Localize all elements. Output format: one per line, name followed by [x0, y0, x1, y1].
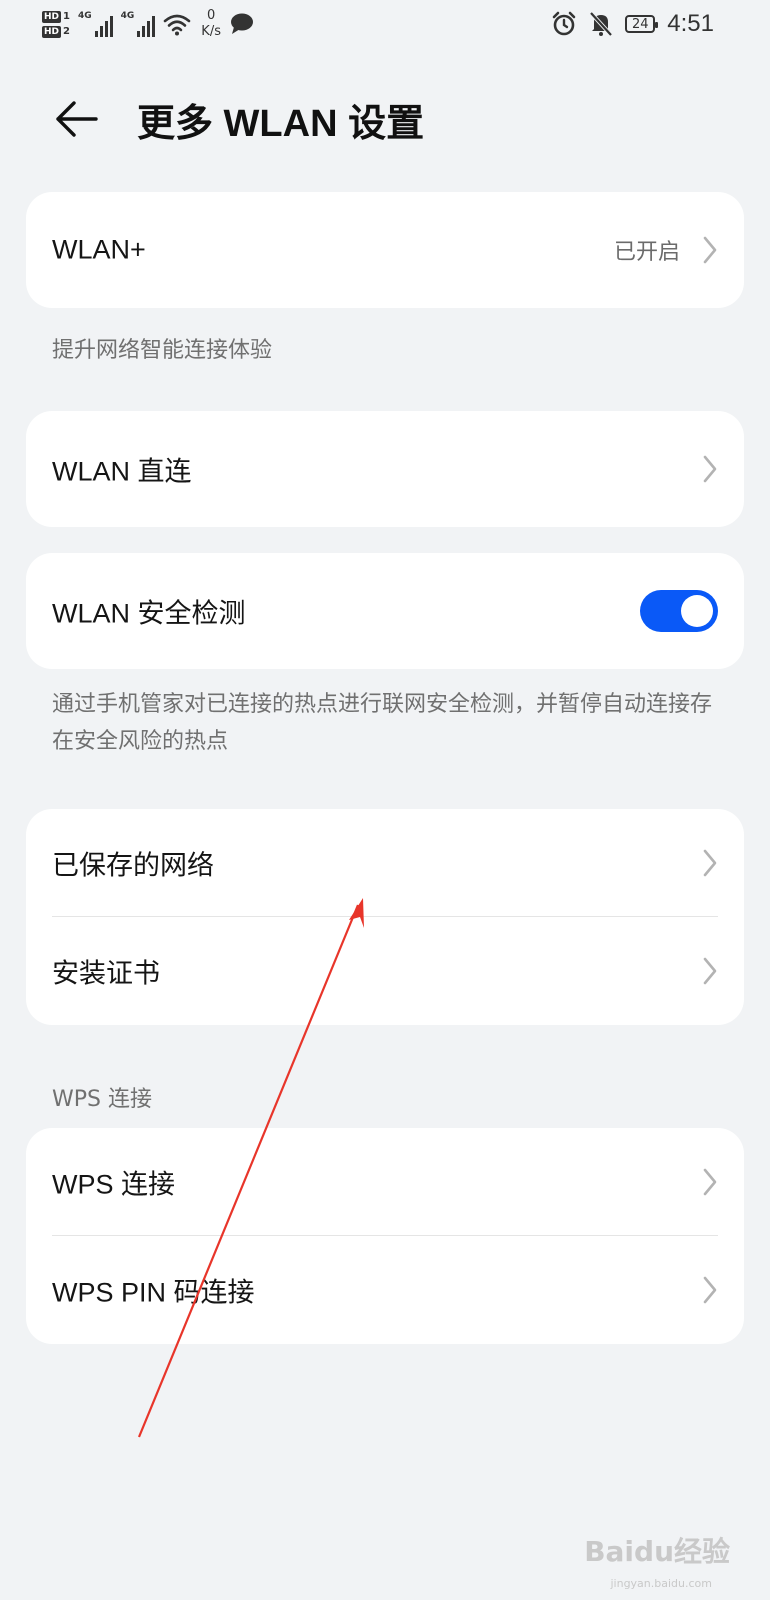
hd1-indicator: HD 1	[42, 10, 70, 23]
chevron-right-icon	[703, 455, 717, 483]
hd1-badge: HD	[42, 10, 62, 23]
chevron-right-icon	[703, 957, 717, 985]
speed-unit: K/s	[201, 24, 221, 39]
security-check-toggle[interactable]	[640, 590, 718, 632]
wlan-plus-card: WLAN+ 已开启	[26, 192, 744, 308]
sim2-network-type: 4G	[120, 11, 135, 21]
hd1-number: 1	[63, 11, 70, 22]
install-certificate-label: 安装证书	[52, 958, 160, 989]
wlan-plus-row[interactable]: WLAN+ 已开启	[26, 192, 744, 308]
wps-pin-connect-label: WPS PIN 码连接	[52, 1277, 255, 1308]
alarm-icon	[552, 11, 576, 36]
battery-level: 24	[632, 16, 649, 32]
security-check-note: 通过手机管家对已连接的热点进行联网安全检测，并暂停自动连接存在安全风险的热点	[52, 692, 713, 754]
arrow-left-icon[interactable]	[52, 94, 102, 144]
security-check-label: WLAN 安全检测	[52, 598, 246, 629]
wps-pin-connect-row[interactable]: WPS PIN 码连接	[26, 1236, 744, 1344]
install-certificate-row[interactable]: 安装证书	[26, 917, 744, 1025]
network-group-card: 已保存的网络 安装证书	[26, 809, 744, 1025]
chevron-right-icon	[703, 1276, 717, 1304]
battery-icon: 24	[625, 15, 659, 33]
wlan-direct-card: WLAN 直连	[26, 411, 744, 527]
network-speed: 0 K/s	[201, 8, 221, 40]
wifi-icon	[163, 14, 191, 36]
security-check-row: WLAN 安全检测	[26, 553, 744, 669]
wlan-direct-row[interactable]: WLAN 直连	[26, 411, 744, 527]
wlan-direct-label: WLAN 直连	[52, 456, 192, 487]
hd2-badge: HD	[42, 25, 62, 38]
speed-value: 0	[207, 8, 216, 23]
watermark-logo: Baidu经验	[584, 1535, 730, 1568]
wlan-plus-note: 提升网络智能连接体验	[52, 338, 273, 363]
chevron-right-icon	[703, 849, 717, 877]
status-bar-right: 24 4:51	[551, 10, 714, 38]
wps-section-header: WPS 连接	[52, 1087, 152, 1112]
saved-networks-label: 已保存的网络	[52, 850, 214, 881]
sim1-network-type: 4G	[77, 11, 92, 21]
chevron-right-icon	[703, 236, 717, 264]
signal-icon-sim2: 4G	[121, 11, 156, 37]
hd2-indicator: HD 2	[42, 25, 70, 38]
wlan-plus-status: 已开启	[613, 240, 680, 265]
clock: 4:51	[667, 10, 714, 37]
status-bar-left: HD 1 HD 2 4G 4G 0 K/s	[42, 8, 255, 40]
hd2-number: 2	[63, 26, 70, 37]
mute-icon	[589, 11, 613, 37]
hd-indicators: HD 1 HD 2	[42, 10, 70, 38]
message-icon	[230, 13, 253, 34]
saved-networks-row[interactable]: 已保存的网络	[26, 809, 744, 917]
wps-card: WPS 连接 WPS PIN 码连接	[26, 1128, 744, 1344]
wlan-plus-label: WLAN+	[52, 234, 146, 265]
wps-connect-label: WPS 连接	[52, 1169, 176, 1200]
signal-icon: 4G	[78, 11, 113, 37]
security-check-card: WLAN 安全检测	[26, 553, 744, 669]
chevron-right-icon	[703, 1168, 717, 1196]
toggle-knob	[681, 595, 713, 627]
wps-connect-row[interactable]: WPS 连接	[26, 1128, 744, 1236]
watermark-url: jingyan.baidu.com	[610, 1577, 712, 1590]
page-title: 更多 WLAN 设置	[137, 103, 425, 145]
status-bar: HD 1 HD 2 4G 4G 0 K/s 24 4:51	[0, 0, 770, 60]
page-header: 更多 WLAN 设置	[0, 80, 770, 160]
